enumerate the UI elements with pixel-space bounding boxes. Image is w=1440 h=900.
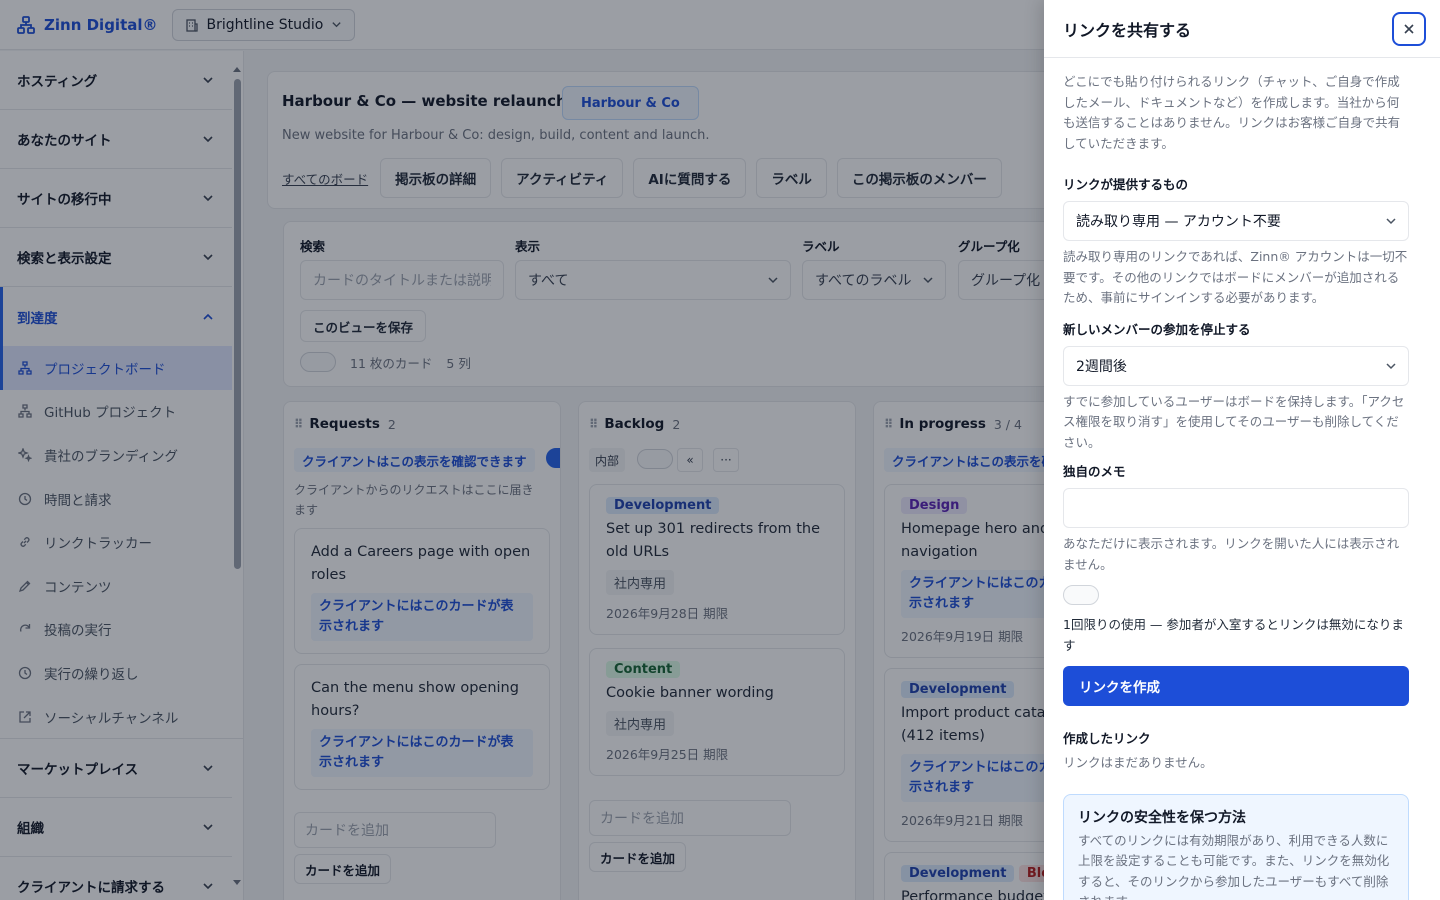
panel-title: リンクを共有する xyxy=(1063,20,1192,40)
tip-title: リンクの安全性を保つ方法 xyxy=(1078,809,1246,826)
panel-header: リンクを共有する xyxy=(1044,0,1440,58)
chevron-down-icon xyxy=(1386,218,1396,225)
provides-label: リンクが提供するもの xyxy=(1063,177,1189,192)
memo-label: 独自のメモ xyxy=(1063,464,1126,479)
share-link-panel: リンクを共有する どこにでも貼り付けられるリンク（チャット、ご自身で作成したメー… xyxy=(1044,0,1440,900)
created-links-label: 作成したリンク xyxy=(1063,731,1151,746)
panel-body: どこにでも貼り付けられるリンク（チャット、ご自身で作成したメール、ドキュメントな… xyxy=(1063,58,1409,900)
stop-label: 新しいメンバーの参加を停止する xyxy=(1063,321,1251,337)
provides-value: 読み取り専用 — アカウント不要 xyxy=(1076,214,1281,230)
stop-help: すでに参加しているユーザーはボードを保持します。「アクセス権限を取り消す」を使用… xyxy=(1063,393,1405,450)
memo-help: あなただけに表示されます。リンクを開いた人には表示されません。 xyxy=(1063,536,1400,572)
modal-backdrop[interactable] xyxy=(0,0,1044,900)
close-button[interactable] xyxy=(1392,11,1426,46)
memo-input[interactable] xyxy=(1063,488,1409,528)
single-use-toggle[interactable] xyxy=(1063,585,1099,605)
provides-help: 読み取り専用のリンクであれば、Zinn® アカウントは一切不要です。その他のリン… xyxy=(1063,249,1408,305)
stop-value: 2週間後 xyxy=(1076,358,1127,375)
chevron-down-icon xyxy=(1386,362,1396,369)
close-icon xyxy=(1404,23,1414,34)
safety-tip-box: リンクの安全性を保つ方法 すべてのリンクには有効期限があり、利用できる人数に上限… xyxy=(1063,793,1409,900)
intro-text: どこにでも貼り付けられるリンク（チャット、ご自身で作成したメール、ドキュメントな… xyxy=(1063,74,1401,151)
single-use-label: 1回限りの使用 — 参加者が入室するとリンクは無効になります xyxy=(1063,617,1404,653)
created-links-empty: リンクはまだありません。 xyxy=(1063,755,1213,770)
tip-body: すべてのリンクには有効期限があり、利用できる人数に上限を設定することも可能です。… xyxy=(1078,832,1390,900)
stop-select[interactable]: 2週間後 xyxy=(1063,345,1409,386)
create-link-button[interactable]: リンクを作成 xyxy=(1063,666,1409,706)
provides-select[interactable]: 読み取り専用 — アカウント不要 xyxy=(1063,201,1409,241)
